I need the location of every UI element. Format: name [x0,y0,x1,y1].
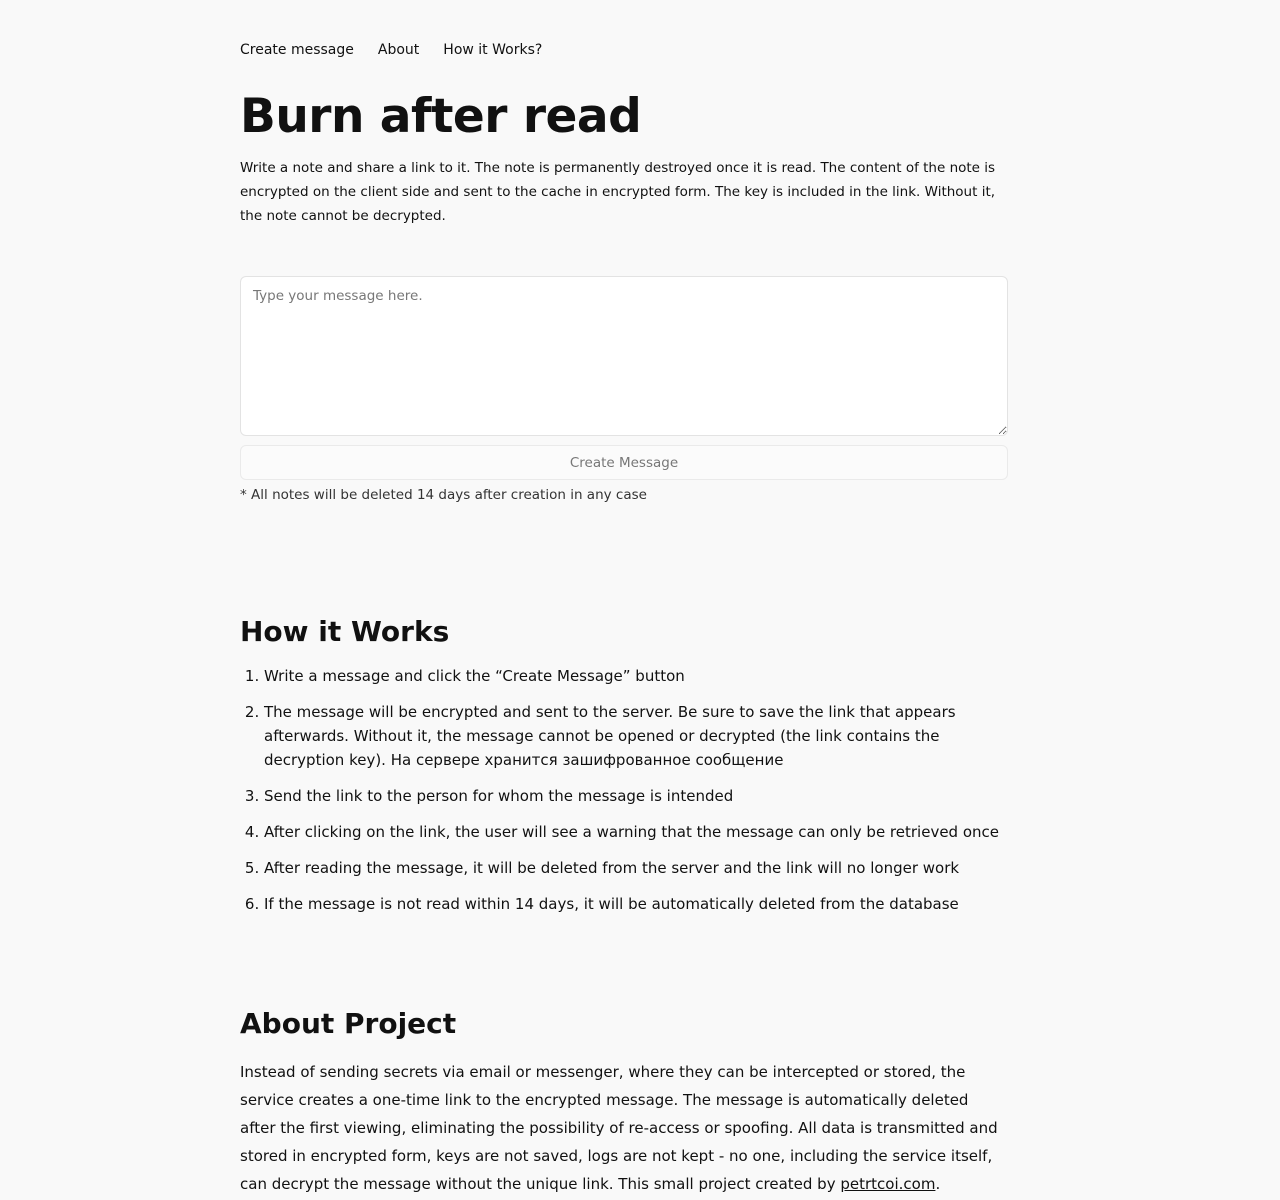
top-nav: Create message About How it Works? [240,40,542,60]
step-item: After clicking on the link, the user wil… [264,820,1008,844]
step-item: Write a message and click the “Create Me… [264,664,1008,688]
step-item: After reading the message, it will be de… [264,856,1008,880]
about-end: . [935,1175,941,1193]
about-project-heading: About Project [240,1007,457,1040]
step-item: Send the link to the person for whom the… [264,784,1008,808]
message-input[interactable] [240,276,1008,436]
about-body: Instead of sending secrets via email or … [240,1063,998,1193]
nav-link-create-message[interactable]: Create message [240,40,354,60]
intro-text: Write a note and share a link to it. The… [240,160,996,224]
nav-link-how-it-works[interactable]: How it Works? [443,40,542,60]
step-item: If the message is not read within 14 day… [264,892,1008,916]
page-title: Burn after read [240,89,642,144]
create-message-button[interactable]: Create Message [240,445,1008,480]
nav-link-about[interactable]: About [378,40,419,60]
author-link[interactable]: petrtcoi.com [840,1175,935,1193]
about-text: Instead of sending secrets via email or … [240,1058,1008,1198]
how-it-works-heading: How it Works [240,615,450,648]
deletion-note: * All notes will be deleted 14 days afte… [240,487,647,503]
how-it-works-steps: Write a message and click the “Create Me… [240,664,1008,928]
step-item: The message will be encrypted and sent t… [264,700,1008,772]
